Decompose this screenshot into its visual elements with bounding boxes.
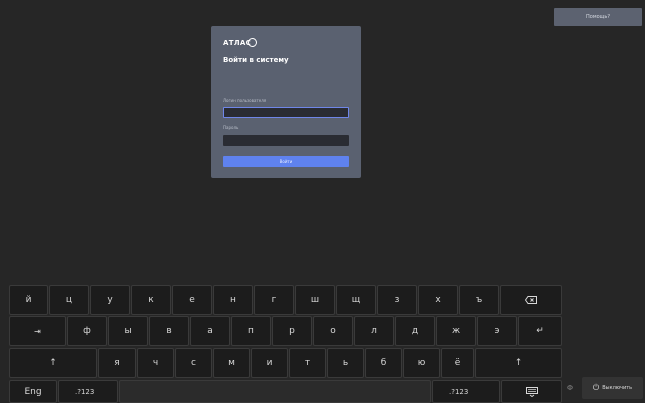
shutdown-label: Выключить bbox=[602, 385, 633, 391]
key-т[interactable]: т bbox=[289, 348, 326, 378]
power-icon: ⏻ bbox=[592, 383, 600, 392]
key-у[interactable]: у bbox=[90, 285, 130, 315]
key-ф[interactable]: ф bbox=[67, 316, 107, 346]
password-label: Пароль bbox=[223, 125, 239, 130]
logo-ring-icon bbox=[248, 38, 258, 47]
key-е[interactable]: е bbox=[172, 285, 212, 315]
key-и[interactable]: и bbox=[251, 348, 288, 378]
space-key[interactable] bbox=[119, 380, 431, 403]
key-о[interactable]: о bbox=[313, 316, 353, 346]
key-ю[interactable]: ю bbox=[403, 348, 440, 378]
key-ш[interactable]: ш bbox=[295, 285, 335, 315]
key-в[interactable]: в bbox=[149, 316, 189, 346]
key-к[interactable]: к bbox=[131, 285, 171, 315]
onscreen-keyboard: й ц у к е н г ш щ з х ъ ⇥ ф ы в а п р о … bbox=[9, 285, 563, 403]
key-д[interactable]: д bbox=[395, 316, 435, 346]
symbols-key-right[interactable]: .?123 bbox=[432, 380, 500, 403]
username-input[interactable] bbox=[223, 107, 349, 118]
key-й[interactable]: й bbox=[9, 285, 48, 315]
key-л[interactable]: л bbox=[354, 316, 394, 346]
key-ъ[interactable]: ъ bbox=[459, 285, 499, 315]
password-input[interactable] bbox=[223, 135, 349, 146]
key-с[interactable]: с bbox=[175, 348, 212, 378]
tab-key[interactable]: ⇥ bbox=[9, 316, 66, 346]
shutdown-button[interactable]: ⏻ Выключить bbox=[582, 377, 643, 399]
key-э[interactable]: э bbox=[477, 316, 517, 346]
key-р[interactable]: р bbox=[272, 316, 312, 346]
symbols-key-left[interactable]: .?123 bbox=[58, 380, 118, 403]
key-х[interactable]: х bbox=[418, 285, 458, 315]
backspace-key[interactable] bbox=[500, 285, 562, 315]
key-ы[interactable]: ы bbox=[108, 316, 148, 346]
username-label: Логин пользователя bbox=[223, 98, 267, 103]
enter-key[interactable]: ↵ bbox=[518, 316, 562, 346]
key-ё[interactable]: ё bbox=[441, 348, 474, 378]
key-б[interactable]: б bbox=[365, 348, 402, 378]
logo-text: АТЛАС bbox=[223, 38, 252, 47]
key-я[interactable]: я bbox=[98, 348, 136, 378]
page-title: Войти в систему bbox=[223, 56, 289, 64]
key-ц[interactable]: ц bbox=[49, 285, 89, 315]
key-з[interactable]: з bbox=[377, 285, 417, 315]
backspace-icon bbox=[525, 296, 537, 304]
key-ж[interactable]: ж bbox=[436, 316, 476, 346]
key-ь[interactable]: ь bbox=[327, 348, 364, 378]
key-щ[interactable]: щ bbox=[336, 285, 376, 315]
key-ч[interactable]: ч bbox=[137, 348, 174, 378]
login-card: АТЛАС Войти в систему Логин пользователя… bbox=[211, 26, 361, 178]
key-м[interactable]: м bbox=[213, 348, 250, 378]
power-glyph: Ф bbox=[567, 384, 574, 392]
shift-key-left[interactable]: ↑ bbox=[9, 348, 97, 378]
shift-key-right[interactable]: ↑ bbox=[475, 348, 562, 378]
keyboard-hide-icon bbox=[525, 386, 538, 397]
key-п[interactable]: п bbox=[231, 316, 271, 346]
key-а[interactable]: а bbox=[190, 316, 230, 346]
language-key[interactable]: Eng bbox=[9, 380, 57, 403]
login-button[interactable]: Войти bbox=[223, 156, 349, 167]
key-г[interactable]: г bbox=[254, 285, 294, 315]
help-button[interactable]: Помощь? bbox=[554, 8, 642, 26]
key-н[interactable]: н bbox=[213, 285, 253, 315]
atlas-logo: АТЛАС bbox=[223, 38, 258, 47]
keyboard-hide-key[interactable] bbox=[501, 380, 562, 403]
